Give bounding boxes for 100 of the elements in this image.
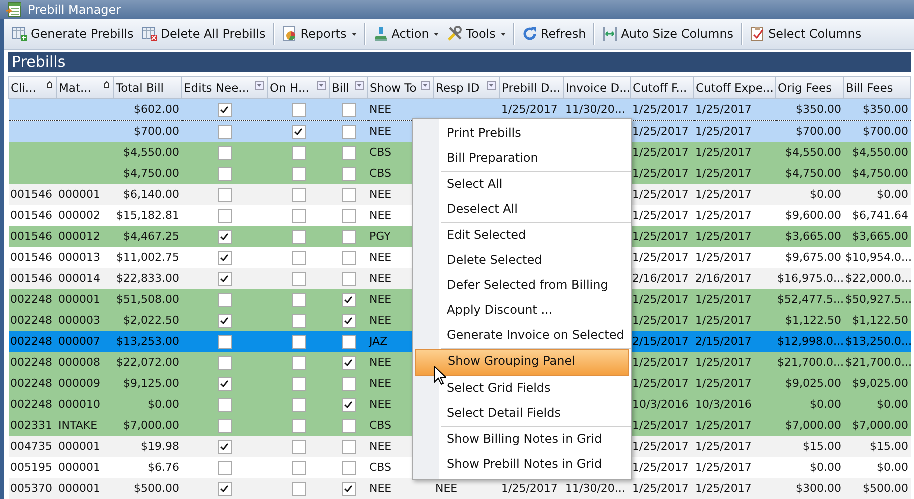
pie-chart-button[interactable]: Reports <box>278 24 361 44</box>
column-header[interactable]: Mat... <box>56 76 114 98</box>
table-delete-button[interactable]: Delete All Prebills <box>138 24 270 44</box>
clipboard-button[interactable]: Select Columns <box>746 24 866 44</box>
table-add-button[interactable]: Generate Prebills <box>8 24 138 44</box>
stamp-button[interactable]: Action <box>368 24 444 44</box>
checkbox[interactable] <box>342 418 356 432</box>
checkbox[interactable] <box>292 146 306 160</box>
checkbox[interactable] <box>218 102 232 116</box>
checkbox[interactable] <box>292 102 306 116</box>
column-header[interactable]: Cutoff F... <box>630 76 694 98</box>
menu-item[interactable]: Apply Discount ... <box>413 298 631 323</box>
column-header[interactable]: Bill Fees <box>844 76 910 98</box>
column-header[interactable]: Resp ID <box>434 76 500 98</box>
checkbox[interactable] <box>218 418 232 432</box>
checkbox[interactable] <box>292 272 306 286</box>
checkbox[interactable] <box>218 208 232 222</box>
checkbox[interactable] <box>218 356 232 370</box>
menu-item[interactable]: Show Prebill Notes in Grid <box>413 452 631 477</box>
table-cell: NEE <box>370 377 392 390</box>
checkbox[interactable] <box>342 482 356 496</box>
checkbox[interactable] <box>292 314 306 328</box>
menu-item[interactable]: Deselect All <box>413 197 631 222</box>
column-header[interactable]: On H... <box>268 76 330 98</box>
checkbox[interactable] <box>342 356 356 370</box>
menu-item[interactable]: Select Grid Fields <box>413 376 631 401</box>
menu-item[interactable]: Defer Selected from Billing <box>413 273 631 298</box>
column-header[interactable]: Prebill D... <box>500 76 564 98</box>
checkbox[interactable] <box>342 460 356 474</box>
checkbox[interactable] <box>218 250 232 264</box>
checkbox[interactable] <box>342 292 356 306</box>
checkbox[interactable] <box>342 334 356 348</box>
table-cell: 1/25/2017 <box>696 146 752 159</box>
checkbox[interactable] <box>218 188 232 202</box>
menu-item[interactable]: Show Grouping Panel <box>415 349 629 376</box>
menu-item[interactable]: Edit Selected <box>413 223 631 248</box>
column-header[interactable]: Bill <box>330 76 368 98</box>
checkbox[interactable] <box>218 166 232 180</box>
checkbox[interactable] <box>342 146 356 160</box>
table-cell: NEE <box>370 103 392 116</box>
column-header[interactable]: Cutoff Expe... <box>694 76 776 98</box>
checkbox[interactable] <box>292 188 306 202</box>
checkbox[interactable] <box>292 292 306 306</box>
checkbox[interactable] <box>342 272 356 286</box>
checkbox[interactable] <box>218 124 232 138</box>
checkbox[interactable] <box>292 208 306 222</box>
checkbox[interactable] <box>342 188 356 202</box>
checkbox[interactable] <box>218 292 232 306</box>
checkbox[interactable] <box>218 314 232 328</box>
checkbox[interactable] <box>292 356 306 370</box>
column-resize-button[interactable]: Auto Size Columns <box>598 24 738 44</box>
checkbox[interactable] <box>218 272 232 286</box>
checkbox[interactable] <box>292 230 306 244</box>
menu-item[interactable]: Generate Invoice on Selected <box>413 323 631 348</box>
table-cell: $0.00 <box>877 461 908 474</box>
column-header[interactable]: Orig Fees <box>776 76 844 98</box>
checkbox[interactable] <box>218 376 232 390</box>
checkbox[interactable] <box>218 146 232 160</box>
checkbox[interactable] <box>218 230 232 244</box>
table-cell: $6,140.00 <box>124 188 180 201</box>
column-header[interactable]: Edits Nee... <box>182 76 268 98</box>
checkbox[interactable] <box>292 376 306 390</box>
checkbox[interactable] <box>342 208 356 222</box>
menu-item[interactable]: Show Billing Notes in Grid <box>413 427 631 452</box>
checkbox[interactable] <box>342 230 356 244</box>
table-row[interactable]: $602.00 NEE 1/25/2017 11/30/20... 1/25/2017 1/25/2017 $350.00 $350.00 <box>8 98 910 120</box>
checkbox[interactable] <box>342 166 356 180</box>
checkbox[interactable] <box>292 440 306 454</box>
checkbox[interactable] <box>342 398 356 412</box>
column-header[interactable]: Cli... <box>8 76 56 98</box>
table-cell: $22,833.00 <box>116 272 180 285</box>
checkbox[interactable] <box>292 166 306 180</box>
menu-item[interactable]: Select All <box>413 172 631 197</box>
checkbox[interactable] <box>292 398 306 412</box>
checkbox[interactable] <box>218 482 232 496</box>
checkbox[interactable] <box>218 440 232 454</box>
column-header[interactable]: Invoice D... <box>564 76 630 98</box>
column-header[interactable]: Show To <box>368 76 434 98</box>
checkbox[interactable] <box>292 482 306 496</box>
column-header[interactable]: Total Bill <box>114 76 182 98</box>
table-cell: $0.00 <box>810 461 842 474</box>
checkbox[interactable] <box>292 334 306 348</box>
checkbox[interactable] <box>342 440 356 454</box>
checkbox[interactable] <box>292 250 306 264</box>
checkbox[interactable] <box>292 124 306 138</box>
checkmark-icon <box>220 380 229 388</box>
checkbox[interactable] <box>342 250 356 264</box>
checkbox[interactable] <box>218 460 232 474</box>
checkbox[interactable] <box>342 376 356 390</box>
checkbox[interactable] <box>218 334 232 348</box>
table-cell: $13,253.00 <box>116 335 180 348</box>
checkbox[interactable] <box>218 398 232 412</box>
refresh-button[interactable]: Refresh <box>518 24 590 44</box>
checkbox[interactable] <box>292 460 306 474</box>
tools-button[interactable]: Tools <box>443 24 510 44</box>
checkbox[interactable] <box>342 124 356 138</box>
menu-item[interactable]: Select Detail Fields <box>413 401 631 426</box>
checkbox[interactable] <box>292 418 306 432</box>
checkbox[interactable] <box>342 102 356 116</box>
checkbox[interactable] <box>342 314 356 328</box>
